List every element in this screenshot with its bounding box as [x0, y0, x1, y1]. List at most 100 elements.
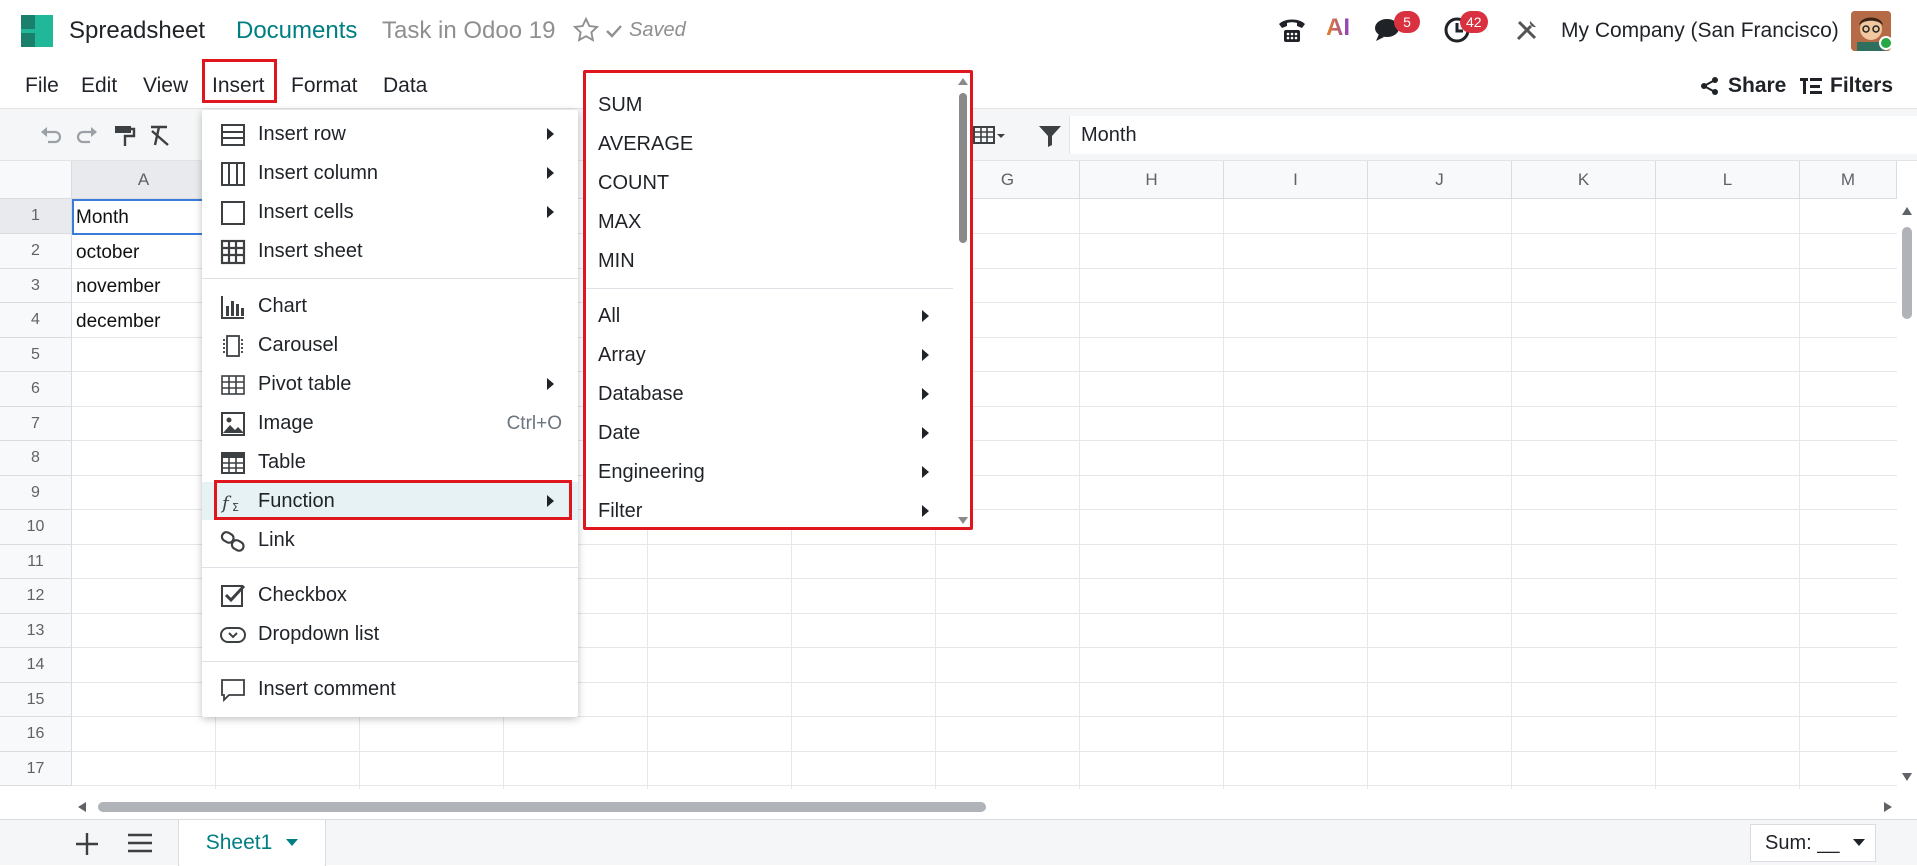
- filters-button[interactable]: Filters: [1800, 74, 1893, 98]
- document-title[interactable]: Task in Odoo 19: [382, 17, 555, 45]
- row-header-7[interactable]: 7: [0, 407, 72, 441]
- row-header-15[interactable]: 15: [0, 683, 72, 717]
- gridline: [1799, 199, 1800, 789]
- insert-cells-item[interactable]: Insert cells: [202, 193, 578, 231]
- ai-button[interactable]: AI: [1326, 14, 1350, 42]
- company-switcher[interactable]: My Company (San Francisco): [1561, 19, 1839, 43]
- image-shortcut: Ctrl+O: [506, 413, 562, 434]
- phone-icon[interactable]: [1276, 14, 1308, 46]
- filters-icon: [1800, 78, 1822, 94]
- horizontal-scrollbar[interactable]: [72, 795, 1897, 819]
- row-header-1[interactable]: 1: [0, 199, 72, 234]
- row-header-13[interactable]: 13: [0, 614, 72, 648]
- comment-icon: [221, 679, 245, 703]
- breadcrumb-documents[interactable]: Documents: [236, 17, 357, 45]
- function-category-array[interactable]: Array: [586, 336, 953, 374]
- online-status-dot: [1879, 36, 1893, 50]
- cell-a2[interactable]: october: [76, 242, 139, 264]
- column-header-m[interactable]: M: [1800, 161, 1897, 199]
- function-max[interactable]: MAX: [586, 203, 970, 241]
- row-header-12[interactable]: 12: [0, 579, 72, 614]
- column-header-l[interactable]: L: [1656, 161, 1800, 199]
- menu-data[interactable]: Data: [383, 74, 427, 98]
- column-header-i[interactable]: I: [1224, 161, 1368, 199]
- paint-format-icon[interactable]: [112, 123, 138, 149]
- formula-bar[interactable]: Month: [1069, 116, 1917, 154]
- link-item[interactable]: Link: [202, 521, 578, 559]
- checkbox-icon: [221, 584, 246, 607]
- cell-a4[interactable]: december: [76, 311, 161, 333]
- menu-view[interactable]: View: [143, 74, 188, 98]
- row-header-2[interactable]: 2: [0, 234, 72, 269]
- row-header-16[interactable]: 16: [0, 717, 72, 752]
- column-header-k[interactable]: K: [1512, 161, 1656, 199]
- menu-edit[interactable]: Edit: [81, 74, 117, 98]
- cell-a1[interactable]: Month: [76, 207, 129, 229]
- row-header-5[interactable]: 5: [0, 338, 72, 372]
- column-header-j[interactable]: J: [1368, 161, 1512, 199]
- clear-format-icon[interactable]: [147, 123, 173, 149]
- insert-sheet-icon: [220, 239, 246, 265]
- app-name[interactable]: Spreadsheet: [69, 17, 205, 45]
- pivot-table-item[interactable]: Pivot table: [202, 365, 578, 403]
- function-category-database[interactable]: Database: [586, 375, 953, 413]
- sheet-tab-sheet1[interactable]: Sheet1: [178, 820, 326, 866]
- insert-comment-item[interactable]: Insert comment: [202, 670, 578, 708]
- insert-sheet-item[interactable]: Insert sheet: [202, 232, 578, 270]
- row-header-14[interactable]: 14: [0, 648, 72, 683]
- function-submenu-scrollbar[interactable]: [955, 75, 971, 527]
- table-style-icon[interactable]: [973, 123, 1005, 149]
- column-header-a[interactable]: A: [72, 161, 216, 199]
- row-header-6[interactable]: 6: [0, 372, 72, 407]
- tools-icon[interactable]: [1513, 16, 1541, 44]
- row-header-3[interactable]: 3: [0, 269, 72, 303]
- sheet-list-icon[interactable]: [127, 832, 153, 854]
- star-icon[interactable]: [572, 16, 600, 44]
- insert-column-item[interactable]: Insert column: [202, 154, 578, 192]
- insert-row-item[interactable]: Insert row: [202, 115, 578, 153]
- messages-badge: 5: [1394, 11, 1420, 33]
- table-item[interactable]: Table: [202, 443, 578, 481]
- dropdown-list-icon: [220, 627, 246, 643]
- row-header-10[interactable]: 10: [0, 510, 72, 545]
- undo-icon[interactable]: [38, 123, 64, 149]
- vertical-scrollbar[interactable]: [1897, 199, 1917, 789]
- image-item[interactable]: Image Ctrl+O: [202, 404, 578, 442]
- function-count[interactable]: COUNT: [586, 164, 970, 202]
- column-header-h[interactable]: H: [1080, 161, 1224, 199]
- corner-header[interactable]: [0, 161, 72, 199]
- redo-icon[interactable]: [74, 123, 100, 149]
- function-category-engineering[interactable]: Engineering: [586, 453, 953, 491]
- aggregate-sum-selector[interactable]: Sum: __: [1750, 824, 1876, 862]
- gridline: [72, 785, 1897, 786]
- filter-icon[interactable]: [1037, 123, 1063, 149]
- row-header-9[interactable]: 9: [0, 476, 72, 510]
- row-header-11[interactable]: 11: [0, 545, 72, 579]
- dropdown-list-item[interactable]: Dropdown list: [202, 615, 578, 653]
- function-category-all[interactable]: All: [586, 297, 953, 335]
- function-category-filter[interactable]: Filter: [586, 492, 953, 530]
- checkbox-item[interactable]: Checkbox: [202, 576, 578, 614]
- insert-column-icon: [221, 162, 245, 186]
- menu-format[interactable]: Format: [291, 74, 358, 98]
- check-icon: [606, 24, 622, 38]
- function-average[interactable]: AVERAGE: [586, 125, 970, 163]
- chart-item[interactable]: Chart: [202, 287, 578, 325]
- row-header-4[interactable]: 4: [0, 303, 72, 338]
- spreadsheet-app-icon[interactable]: [21, 15, 53, 47]
- row-header-17[interactable]: 17: [0, 752, 72, 786]
- menu-file[interactable]: File: [25, 74, 59, 98]
- function-submenu: SUM AVERAGE COUNT MAX MIN All Array Data…: [583, 70, 973, 530]
- cell-a3[interactable]: november: [76, 276, 161, 298]
- row-header-8[interactable]: 8: [0, 441, 72, 476]
- chevron-down-icon[interactable]: [286, 839, 299, 847]
- function-sum[interactable]: SUM: [586, 86, 970, 124]
- gridline: [1367, 199, 1368, 789]
- function-min[interactable]: MIN: [586, 242, 970, 280]
- function-category-date[interactable]: Date: [586, 414, 953, 452]
- carousel-item[interactable]: Carousel: [202, 326, 578, 364]
- gridline: [1655, 199, 1656, 789]
- share-button[interactable]: Share: [1700, 74, 1786, 98]
- add-sheet-icon[interactable]: [74, 831, 100, 857]
- saved-status: Saved: [605, 19, 686, 42]
